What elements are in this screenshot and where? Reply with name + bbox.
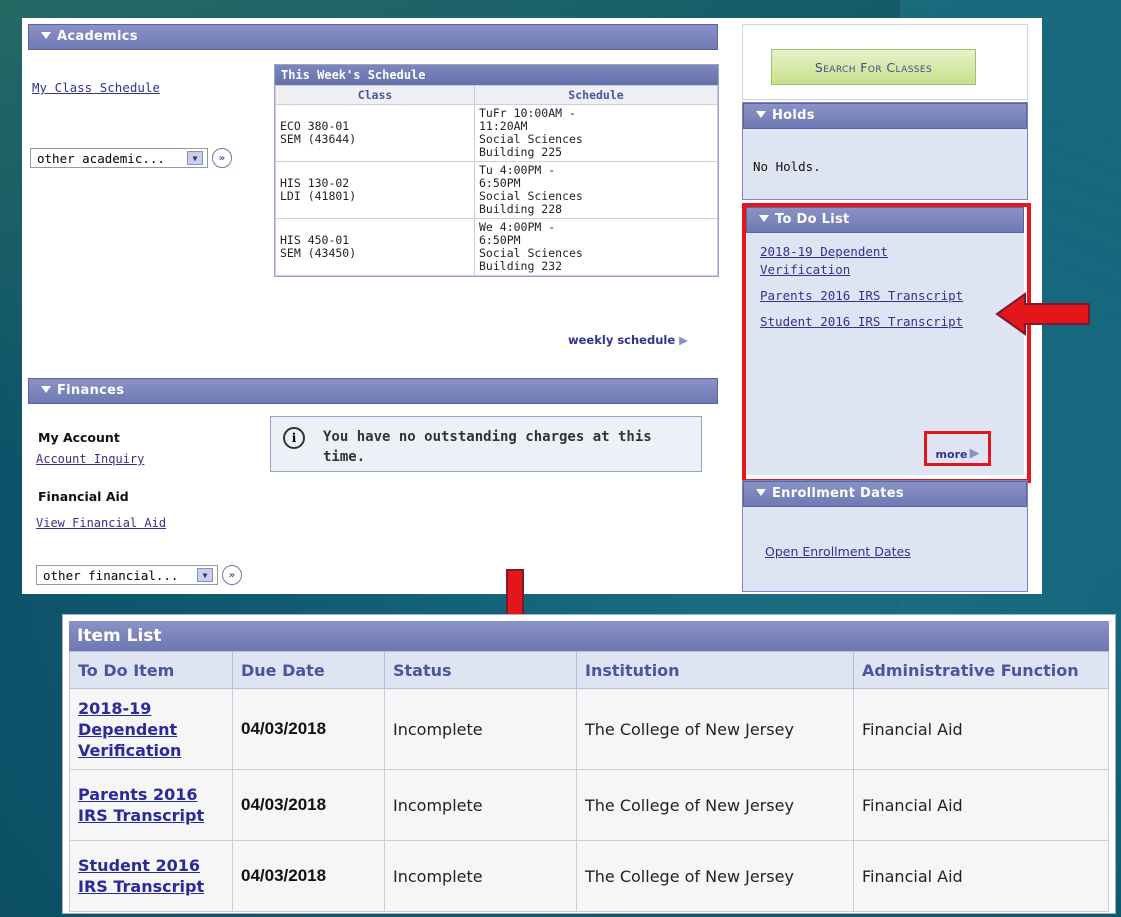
table-row: ECO 380-01 SEM (43644) TuFr 10:00AM -11:2… — [275, 104, 718, 162]
weekly-schedule-link[interactable]: weekly schedule ▶ — [568, 333, 688, 347]
more-link[interactable]: more ▶ — [924, 431, 991, 466]
schedule-cell: TuFr 10:00AM -11:20AM Social Sciences Buil… — [474, 104, 718, 162]
view-financial-aid-link[interactable]: View Financial Aid — [36, 516, 166, 530]
todo-item-link[interactable]: Parents 2016 IRS Transcript — [78, 785, 204, 825]
financial-aid-label: Financial Aid — [38, 489, 129, 504]
dropdown-arrow-icon: ▼ — [187, 151, 203, 165]
academics-section: Academics — [28, 24, 718, 50]
collapse-triangle-icon — [756, 489, 766, 496]
finances-section: Finances — [28, 378, 718, 404]
schedule-grid: Class Schedule ECO 380-01 SEM (43644) TuF… — [275, 85, 718, 276]
col-header-status: Status — [384, 651, 577, 689]
other-academic-select[interactable]: other academic... ▼ — [30, 148, 208, 168]
holds-text: No Holds. — [753, 159, 821, 174]
col-header-institution: Institution — [576, 651, 854, 689]
no-charges-message: i You have no outstanding charges at thi… — [270, 416, 702, 472]
finances-header[interactable]: Finances — [28, 378, 718, 404]
table-row: Student 2016 IRS Transcript 04/03/2018 In… — [69, 840, 1109, 912]
todo-item-link[interactable]: Student 2016 IRS Transcript — [78, 856, 204, 896]
status-cell: Incomplete — [384, 769, 577, 841]
function-cell: Financial Aid — [853, 840, 1109, 912]
table-row: Parents 2016 IRS Transcript 04/03/2018 In… — [69, 769, 1109, 841]
table-row: 2018-19 Dependent Verification 04/03/2018 … — [69, 688, 1109, 770]
institution-cell: The College of New Jersey — [576, 769, 854, 841]
open-enrollment-dates-link[interactable]: Open Enrollment Dates — [765, 544, 911, 559]
item-list-title: Item List — [69, 621, 1109, 651]
todo-item-link[interactable]: 2018-19 Dependent Verification — [78, 699, 181, 760]
academic-select-group: other academic... ▼ » — [30, 148, 232, 168]
col-header-class: Class — [275, 85, 475, 105]
enrollment-dates-header[interactable]: Enrollment Dates — [743, 481, 1027, 507]
schedule-cell: We 4:00PM -6:50PM Social Sciences Building… — [474, 218, 718, 276]
institution-cell: The College of New Jersey — [576, 840, 854, 912]
class-cell: ECO 380-01 SEM (43644) — [275, 104, 475, 162]
item-list-table: To Do Item Due Date Status Institution A… — [69, 651, 1109, 912]
collapse-triangle-icon — [756, 111, 766, 118]
search-for-classes-button[interactable]: Search For Classes — [771, 49, 976, 85]
other-financial-select[interactable]: other financial... ▼ — [36, 565, 218, 585]
table-row: HIS 450-01 SEM (43450) We 4:00PM -6:50PM S… — [275, 218, 718, 276]
table-row: HIS 130-02 LDI (41801) Tu 4:00PM -6:50PM S… — [275, 161, 718, 219]
status-cell: Incomplete — [384, 840, 577, 912]
go-button[interactable]: » — [212, 148, 232, 168]
academics-header[interactable]: Academics — [28, 24, 718, 50]
info-icon: i — [283, 427, 305, 449]
holds-header[interactable]: Holds — [743, 103, 1027, 129]
collapse-triangle-icon — [41, 386, 51, 393]
account-inquiry-link[interactable]: Account Inquiry — [36, 452, 144, 466]
left-arrow-annotation-icon — [995, 292, 1090, 336]
schedule-cell: Tu 4:00PM -6:50PM Social Sciences Building… — [474, 161, 718, 219]
play-arrow-icon: ▶ — [969, 446, 980, 461]
item-list-panel: Item List To Do Item Due Date Status Ins… — [62, 614, 1116, 914]
dropdown-arrow-icon: ▼ — [197, 568, 213, 582]
function-cell: Financial Aid — [853, 769, 1109, 841]
enrollment-dates-panel: Enrollment Dates Open Enrollment Dates — [742, 480, 1028, 592]
due-date-cell: 04/03/2018 — [232, 688, 385, 770]
my-account-label: My Account — [38, 430, 120, 445]
my-class-schedule-link[interactable]: My Class Schedule — [32, 80, 160, 95]
col-header-schedule: Schedule — [474, 85, 718, 105]
col-header-todo-item: To Do Item — [69, 651, 233, 689]
go-button[interactable]: » — [222, 565, 242, 585]
class-cell: HIS 130-02 LDI (41801) — [275, 161, 475, 219]
class-cell: HIS 450-01 SEM (43450) — [275, 218, 475, 276]
col-header-admin-function: Administrative Function — [853, 651, 1109, 689]
col-header-due-date: Due Date — [232, 651, 385, 689]
schedule-title: This Week's Schedule — [275, 65, 718, 85]
student-center-portal: Academics My Class Schedule other academ… — [22, 18, 1042, 594]
function-cell: Financial Aid — [853, 688, 1109, 770]
due-date-cell: 04/03/2018 — [232, 840, 385, 912]
weekly-schedule-table: This Week's Schedule Class Schedule ECO … — [274, 64, 719, 277]
due-date-cell: 04/03/2018 — [232, 769, 385, 841]
institution-cell: The College of New Jersey — [576, 688, 854, 770]
financial-select-group: other financial... ▼ » — [36, 565, 242, 585]
status-cell: Incomplete — [384, 688, 577, 770]
search-panel: Search For Classes — [742, 24, 1028, 100]
collapse-triangle-icon — [41, 32, 51, 39]
play-arrow-icon: ▶ — [679, 333, 688, 347]
holds-panel: Holds No Holds. — [742, 102, 1028, 200]
